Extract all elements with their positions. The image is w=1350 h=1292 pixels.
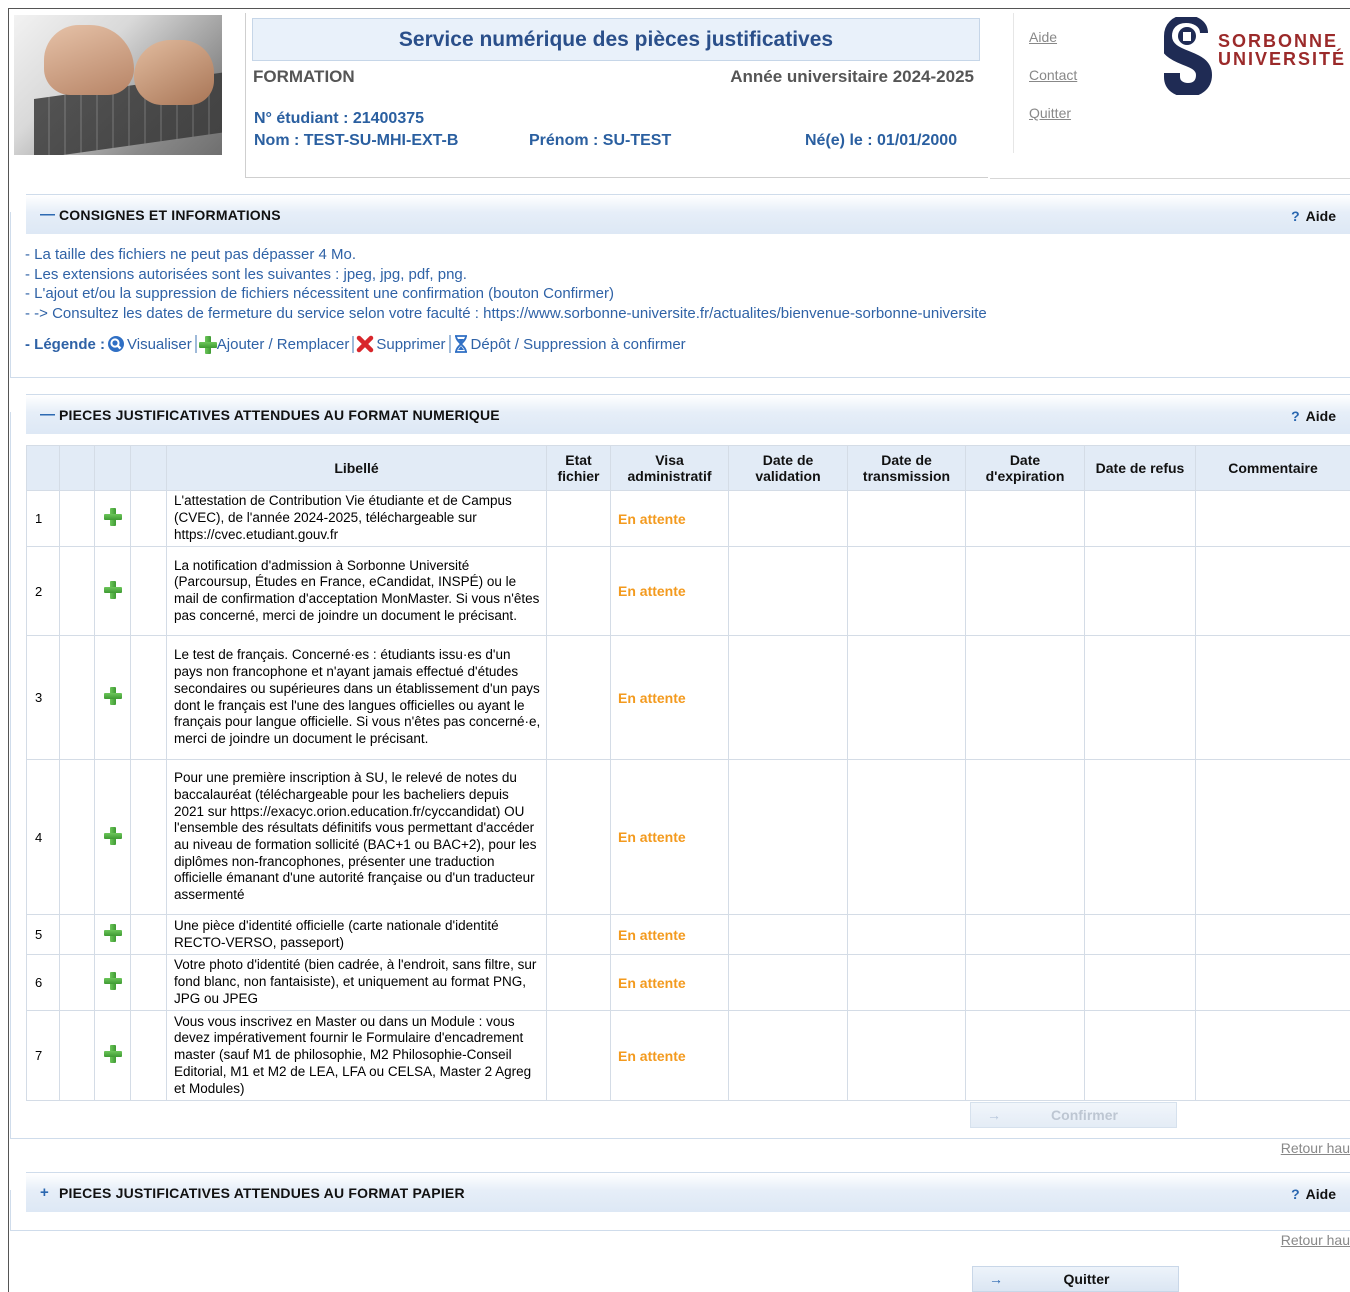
add-icon (198, 336, 217, 354)
row-number: 3 (26, 635, 60, 760)
add-file-icon[interactable] (103, 826, 122, 845)
consigne-line: - Les extensions autorisées sont les sui… (25, 265, 467, 283)
table-row: 6 Votre photo d'identité (bien cadrée, à… (26, 954, 1350, 1011)
col-commentaire: Commentaire (1195, 445, 1350, 491)
help-icon: ? (1291, 408, 1300, 424)
row-number: 5 (26, 914, 60, 955)
section-consignes-header[interactable]: — CONSIGNES ET INFORMATIONS ? Aide (26, 194, 1350, 234)
legend-supprimer: Supprimer (356, 335, 451, 353)
row-libelle: Le test de français. Concerné·es : étudi… (166, 635, 547, 760)
view-icon (108, 336, 125, 352)
legend-label: - Légende : (25, 335, 106, 353)
row-number: 7 (26, 1010, 60, 1101)
table-row: 7 Vous vous inscrivez en Master ou dans … (26, 1010, 1350, 1101)
student-birthdate: Né(e) le : 01/01/2000 (805, 132, 958, 149)
col-refus: Date de refus (1084, 445, 1196, 491)
legend-depot: Dépôt / Suppression à confirmer (453, 335, 689, 353)
section-papier-header[interactable]: + PIECES JUSTIFICATIVES ATTENDUES AU FOR… (26, 1172, 1350, 1212)
section-aide-link[interactable]: ? Aide (1291, 208, 1336, 224)
formation-label: FORMATION (253, 67, 355, 86)
row-number: 2 (26, 546, 60, 636)
expand-toggle-icon[interactable]: + (40, 1184, 49, 1201)
col-etat: Etat fichier (546, 445, 611, 491)
row-libelle: La notification d'admission à Sorbonne U… (166, 546, 547, 636)
row-visa-status: En attente (610, 490, 729, 547)
col-transmission: Date de transmission (847, 445, 966, 491)
row-visa-status: En attente (610, 546, 729, 636)
header-divider (990, 178, 1350, 179)
page-title: Service numérique des pièces justificati… (252, 18, 980, 61)
sorbonne-logo: SORBONNE UNIVERSITÉ (1160, 15, 1350, 95)
col-libelle: Libellé (166, 445, 547, 491)
row-libelle: Votre photo d'identité (bien cadrée, à l… (166, 954, 547, 1011)
row-libelle: Une pièce d'identité officielle (carte n… (166, 914, 547, 955)
student-lastname: Nom : TEST-SU-MHI-EXT-B (254, 132, 459, 149)
col-visa: Visa administratif (610, 445, 729, 491)
legend-ajouter: Ajouter / Remplacer (198, 335, 355, 354)
student-info-box: Service numérique des pièces justificati… (245, 13, 988, 178)
add-file-icon[interactable] (103, 508, 122, 526)
help-icon: ? (1291, 1186, 1300, 1202)
row-visa-status: En attente (610, 635, 729, 760)
student-number: N° étudiant : 21400375 (254, 110, 425, 127)
delete-icon (357, 335, 374, 353)
logo-line1: SORBONNE (1218, 31, 1339, 51)
sorbonne-logo-icon (1164, 17, 1213, 95)
student-firstname: Prénom : SU-TEST (529, 132, 672, 149)
consigne-line: - L'ajout et/ou la suppression de fichie… (25, 285, 615, 302)
hourglass-icon (454, 335, 467, 353)
row-visa-status: En attente (610, 1010, 729, 1101)
collapse-toggle-icon[interactable]: — (40, 406, 55, 423)
logo-line2: UNIVERSITÉ (1218, 49, 1347, 69)
table-row: 5 Une pièce d'identité officielle (carte… (26, 914, 1350, 955)
add-file-icon[interactable] (103, 1045, 122, 1063)
retour-haut-link[interactable]: Retour hau (1281, 1140, 1350, 1156)
table-row: 3 Le test de français. Concerné·es : étu… (26, 635, 1350, 760)
section-title: CONSIGNES ET INFORMATIONS (59, 207, 281, 223)
row-libelle: Vous vous inscrivez en Master ou dans un… (166, 1010, 547, 1101)
collapse-toggle-icon[interactable]: — (40, 206, 55, 223)
consigne-line: - La taille des fichiers ne peut pas dép… (25, 246, 357, 263)
documents-table: Libellé Etat fichier Visa administratif … (26, 445, 1350, 1101)
table-header-row: Libellé Etat fichier Visa administratif … (26, 445, 1350, 491)
add-file-icon[interactable] (103, 924, 122, 942)
confirmer-button[interactable]: → Confirmer (970, 1102, 1177, 1128)
row-libelle: L'attestation de Contribution Vie étudia… (166, 490, 547, 547)
retour-haut-link[interactable]: Retour hau (1281, 1232, 1350, 1248)
table-row: 4 Pour une première inscription à SU, le… (26, 759, 1350, 915)
row-visa-status: En attente (610, 759, 729, 915)
row-number: 1 (26, 490, 60, 547)
academic-year: Année universitaire 2024-2025 (730, 67, 974, 86)
consignes-list: - La taille des fichiers ne peut pas dép… (25, 245, 987, 323)
section-title: PIECES JUSTIFICATIVES ATTENDUES AU FORMA… (59, 1185, 465, 1201)
section-numerique-header[interactable]: — PIECES JUSTIFICATIVES ATTENDUES AU FOR… (26, 394, 1350, 434)
add-file-icon[interactable] (103, 580, 122, 599)
section-aide-link[interactable]: ? Aide (1291, 408, 1336, 424)
row-visa-status: En attente (610, 914, 729, 955)
row-libelle: Pour une première inscription à SU, le r… (166, 759, 547, 915)
col-expiration: Date d'expiration (965, 445, 1085, 491)
row-visa-status: En attente (610, 954, 729, 1011)
help-icon: ? (1291, 208, 1300, 224)
section-title: PIECES JUSTIFICATIVES ATTENDUES AU FORMA… (59, 407, 500, 423)
add-file-icon[interactable] (103, 687, 122, 705)
table-row: 1 L'attestation de Contribution Vie étud… (26, 490, 1350, 547)
legend: - Légende : Visualiser Ajouter / Remplac… (25, 335, 689, 354)
quitter-link[interactable]: Quitter (1029, 105, 1071, 121)
quitter-button[interactable]: → Quitter (972, 1266, 1179, 1292)
table-row: 2 La notification d'admission à Sorbonne… (26, 546, 1350, 636)
row-number: 6 (26, 954, 60, 1011)
contact-link[interactable]: Contact (1029, 67, 1077, 83)
consigne-line: - -> Consultez les dates de fermeture du… (25, 304, 987, 322)
col-validation: Date de validation (728, 445, 848, 491)
aide-link[interactable]: Aide (1029, 29, 1057, 45)
header-links: Aide Contact Quitter (1013, 13, 1134, 153)
legend-visualiser: Visualiser (107, 335, 197, 353)
row-number: 4 (26, 759, 60, 915)
header-photo (14, 15, 222, 155)
section-aide-link[interactable]: ? Aide (1291, 1186, 1336, 1202)
add-file-icon[interactable] (103, 972, 122, 990)
